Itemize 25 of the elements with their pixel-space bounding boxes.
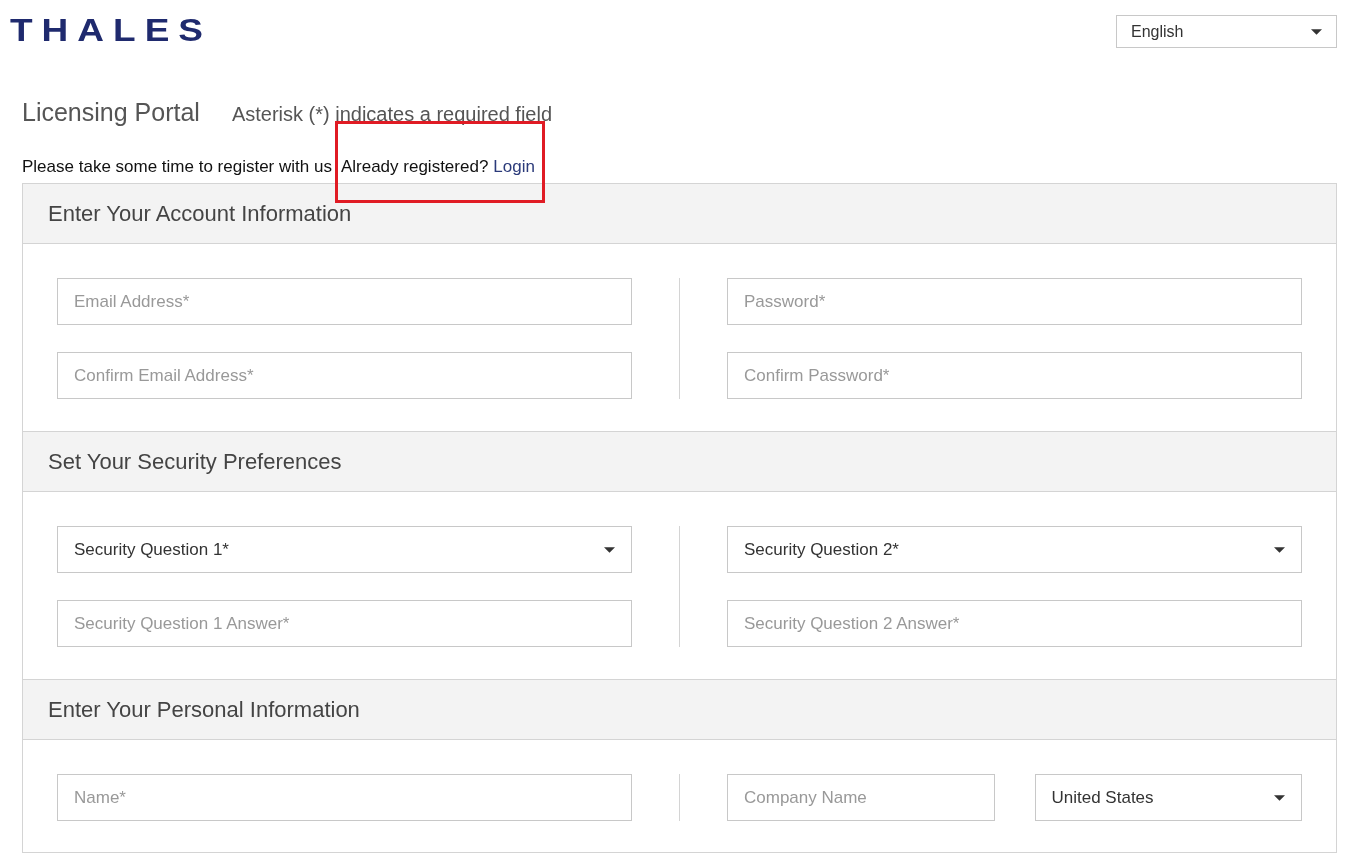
input-field[interactable]: Email Address* (57, 278, 632, 325)
intro-text: Please take some time to register with us (22, 157, 332, 176)
input-field[interactable]: Password* (727, 278, 1302, 325)
language-select[interactable]: English (1116, 15, 1337, 48)
section-header: Set Your Security Preferences (23, 431, 1336, 492)
caret-icon (1274, 546, 1285, 553)
input-field[interactable]: Security Question 1 Answer* (57, 600, 632, 647)
input-field[interactable]: Confirm Password* (727, 352, 1302, 399)
input-field[interactable]: Security Question 2 Answer* (727, 600, 1302, 647)
caret-icon (1311, 28, 1322, 35)
input-field[interactable]: Name* (57, 774, 632, 821)
logo: THALES (10, 15, 212, 47)
dropdown[interactable]: United States (1034, 774, 1302, 821)
required-note: Asterisk (*) indicates a required field (231, 103, 553, 126)
login-link[interactable]: Login (493, 157, 535, 176)
caret-icon (1274, 794, 1285, 801)
section-header: Enter Your Personal Information (23, 679, 1336, 740)
input-field[interactable]: Company Name (727, 774, 995, 821)
section-header: Enter Your Account Information (23, 184, 1336, 244)
input-field[interactable]: Confirm Email Address* (57, 352, 632, 399)
dropdown[interactable]: Security Question 1* (57, 526, 632, 573)
dropdown[interactable]: Security Question 2* (727, 526, 1302, 573)
login-prompt: Already registered? (340, 157, 489, 176)
caret-icon (604, 546, 615, 553)
page-title: Licensing Portal (22, 98, 200, 127)
